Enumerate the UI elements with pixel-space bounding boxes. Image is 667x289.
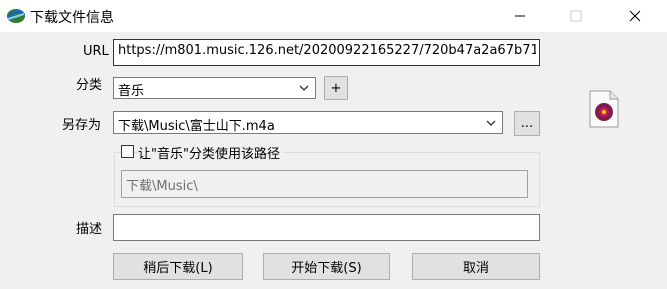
cancel-button[interactable]: 取消 [412,253,540,280]
minimize-button[interactable] [497,0,543,32]
url-label: URL [83,44,109,59]
url-field[interactable]: https://m801.music.126.net/2020092216522… [113,39,540,66]
close-button[interactable] [612,0,658,32]
use-path-checkbox[interactable] [121,145,134,158]
saveas-value: 下载\Music\富士山下.m4a [118,119,275,134]
close-icon [629,10,641,22]
maximize-icon [570,10,582,22]
minimize-icon [515,15,525,17]
browse-button[interactable]: ... [514,111,540,136]
chevron-down-icon [299,85,309,91]
add-category-label: + [330,80,342,96]
category-label: 分类 [76,78,103,93]
browse-label: ... [520,116,534,131]
title-bar: 下载文件信息 [0,0,667,32]
category-path-value: 下载\Music\ [126,179,198,194]
add-category-button[interactable]: + [324,76,348,100]
window-title: 下载文件信息 [30,10,114,26]
download-later-label: 稍后下载(L) [143,261,213,276]
url-value: https://m801.music.126.net/2020092216522… [118,43,536,58]
use-path-checkbox-label[interactable]: 让"音乐"分类使用该路径 [138,143,282,162]
start-download-button[interactable]: 开始下载(S) [263,253,390,280]
saveas-label: 另存为 [62,118,102,133]
download-later-button[interactable]: 稍后下载(L) [113,253,243,280]
category-path-field: 下载\Music\ [121,170,528,198]
chevron-down-icon [486,120,496,126]
idm-app-icon [7,9,26,23]
maximize-button[interactable] [553,0,599,32]
category-dropdown[interactable]: 音乐 [113,77,316,99]
cancel-label: 取消 [462,261,489,276]
description-label: 描述 [76,222,103,237]
music-file-icon [589,90,619,128]
start-download-label: 开始下载(S) [291,261,362,276]
category-value: 音乐 [118,84,145,99]
description-field[interactable] [113,214,540,241]
saveas-dropdown[interactable]: 下载\Music\富士山下.m4a [113,111,503,134]
